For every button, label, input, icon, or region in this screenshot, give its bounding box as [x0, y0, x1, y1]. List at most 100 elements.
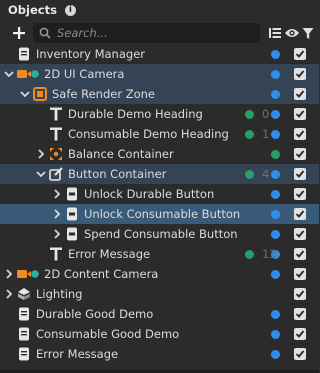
status-dot-blue	[271, 230, 280, 239]
checkmark-icon	[295, 170, 305, 178]
checkmark-icon	[295, 130, 305, 138]
tree-row-consumable-good-demo[interactable]: Consumable Good Demo	[0, 324, 319, 344]
camera-icon	[16, 66, 40, 82]
chevron-down-icon[interactable]	[36, 169, 46, 179]
enabled-checkbox[interactable]	[294, 68, 306, 80]
tree-row-error-message[interactable]: Error Message	[0, 344, 319, 364]
tree-row-unlock-durable-button[interactable]: Unlock Durable Button	[0, 184, 319, 204]
enabled-checkbox[interactable]	[294, 208, 306, 220]
chevron-right-icon[interactable]	[52, 209, 62, 219]
checkmark-icon	[295, 350, 305, 358]
enabled-checkbox[interactable]	[294, 288, 306, 300]
enabled-checkbox[interactable]	[294, 248, 306, 260]
toolbar	[0, 20, 319, 46]
checkmark-icon	[295, 230, 305, 238]
enabled-checkbox[interactable]	[294, 88, 306, 100]
status-dot-blue	[271, 310, 280, 319]
checkmark-icon	[295, 290, 305, 298]
lighting-icon	[16, 286, 32, 302]
balance-container-icon	[48, 146, 64, 162]
scene-object-icon	[16, 326, 32, 342]
visibility-toggle-button[interactable]	[284, 25, 300, 41]
status-dot-blue	[271, 130, 280, 139]
enabled-checkbox[interactable]	[294, 228, 306, 240]
enabled-checkbox[interactable]	[294, 328, 306, 340]
info-icon[interactable]: i	[64, 4, 76, 16]
checkmark-icon	[295, 330, 305, 338]
row-label: Balance Container	[68, 147, 174, 161]
tree-row-2d-content-camera[interactable]: 2D Content Camera	[0, 264, 319, 284]
checkmark-icon	[295, 90, 305, 98]
row-label: Error Message	[68, 247, 151, 261]
plus-icon	[13, 27, 25, 39]
button-object-icon	[64, 186, 80, 202]
scene-object-icon	[16, 306, 32, 322]
checkmark-icon	[295, 210, 305, 218]
tree-row-spend-consumable-button[interactable]: Spend Consumable Button	[0, 224, 319, 244]
tree-row-button-container[interactable]: Button Container 4	[0, 164, 319, 184]
enabled-checkbox[interactable]	[294, 48, 306, 60]
tree-row-error-message[interactable]: Error Message 13	[0, 244, 319, 264]
row-label: Unlock Consumable Button	[84, 207, 241, 221]
enabled-checkbox[interactable]	[294, 308, 306, 320]
status-dot-blue	[271, 170, 280, 179]
status-dot-green	[245, 170, 254, 179]
filter-button[interactable]	[300, 25, 316, 41]
panel-header: Objects i	[0, 0, 319, 20]
tree-row-lighting[interactable]: Lighting	[0, 284, 319, 304]
text-icon	[48, 106, 64, 122]
tree-row-consumable-demo-heading[interactable]: Consumable Demo Heading 1	[0, 124, 319, 144]
enabled-checkbox[interactable]	[294, 108, 306, 120]
row-label: Unlock Durable Button	[84, 187, 215, 201]
enabled-checkbox[interactable]	[294, 148, 306, 160]
search-box[interactable]	[33, 23, 260, 43]
status-dot-blue	[271, 70, 280, 79]
button-object-icon	[64, 206, 80, 222]
tree-row-unlock-consumable-button[interactable]: Unlock Consumable Button	[0, 204, 319, 224]
row-label: Button Container	[68, 167, 167, 181]
checkmark-icon	[295, 250, 305, 258]
status-dot-blue	[271, 350, 280, 359]
enabled-checkbox[interactable]	[294, 188, 306, 200]
add-object-button[interactable]	[6, 20, 32, 46]
chevron-down-icon[interactable]	[20, 89, 30, 99]
search-icon	[39, 27, 51, 39]
row-label: Safe Render Zone	[52, 87, 156, 101]
render-zone-icon	[32, 86, 48, 102]
tree-row-durable-demo-heading[interactable]: Durable Demo Heading 0	[0, 104, 319, 124]
chevron-right-icon[interactable]	[4, 289, 14, 299]
scene-object-icon	[16, 46, 32, 62]
status-dot-green	[245, 130, 254, 139]
tree-row-inventory-manager[interactable]: Inventory Manager	[0, 44, 319, 64]
tree-row-2d-ui-camera[interactable]: 2D UI Camera	[0, 64, 319, 84]
row-label: 2D Content Camera	[44, 267, 159, 281]
status-dot-blue	[271, 330, 280, 339]
tree-row-safe-render-zone[interactable]: Safe Render Zone	[0, 84, 319, 104]
checkmark-icon	[295, 70, 305, 78]
enabled-checkbox[interactable]	[294, 268, 306, 280]
row-label: Spend Consumable Button	[84, 227, 238, 241]
button-object-icon	[64, 226, 80, 242]
enabled-checkbox[interactable]	[294, 348, 306, 360]
layer-count: 13	[262, 247, 277, 261]
sort-list-button[interactable]	[267, 25, 283, 41]
chevron-right-icon[interactable]	[52, 189, 62, 199]
enabled-checkbox[interactable]	[294, 168, 306, 180]
row-label: Lighting	[36, 287, 83, 301]
enabled-checkbox[interactable]	[294, 128, 306, 140]
row-label: Error Message	[36, 347, 119, 361]
tree-row-balance-container[interactable]: Balance Container	[0, 144, 319, 164]
chevron-right-icon[interactable]	[52, 229, 62, 239]
chevron-right-icon[interactable]	[4, 269, 14, 279]
objects-panel: Objects i Search... Inventory Manager 2D…	[0, 0, 319, 373]
layer-count: 1	[262, 127, 270, 141]
row-label: Consumable Demo Heading	[68, 127, 229, 141]
chevron-down-icon[interactable]	[4, 69, 14, 79]
tree-row-durable-good-demo[interactable]: Durable Good Demo	[0, 304, 319, 324]
status-dot-blue	[271, 210, 280, 219]
status-dot-blue	[271, 110, 280, 119]
row-label: Inventory Manager	[36, 47, 145, 61]
row-label: Consumable Good Demo	[36, 327, 180, 341]
chevron-right-icon[interactable]	[36, 149, 46, 159]
search-input[interactable]	[57, 26, 247, 40]
